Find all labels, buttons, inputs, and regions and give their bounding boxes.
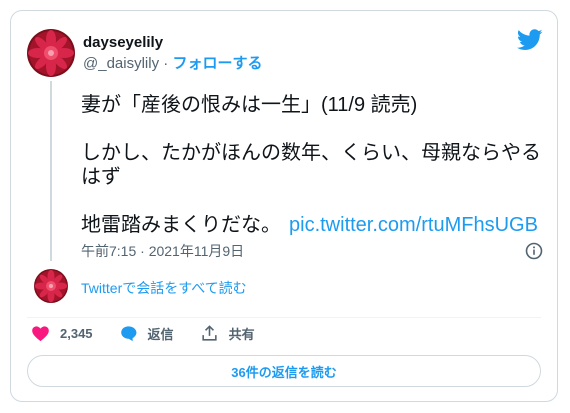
display-name[interactable]: dayseyelily <box>83 33 262 53</box>
flower-avatar-image-small <box>34 269 68 303</box>
divider <box>27 317 541 318</box>
info-icon[interactable] <box>525 242 543 260</box>
read-conversation-link[interactable]: Twitterで会話をすべて読む <box>81 279 247 297</box>
like-count: 2,345 <box>60 325 93 341</box>
tweet-line-3-text: 地雷踏みまくりだな。 <box>81 214 281 236</box>
reply-button[interactable]: 返信 <box>119 324 174 343</box>
thread-line <box>50 81 52 261</box>
share-label: 共有 <box>228 326 255 342</box>
conversation-avatar[interactable] <box>34 269 68 303</box>
user-handle[interactable]: @_daisylily <box>83 55 159 72</box>
tweet-text: 妻が「産後の恨みは一生」(11/9 読売) しかし、たかがほんの数年、くらい、母… <box>81 93 551 237</box>
tweet-line-1: 妻が「産後の恨みは一生」(11/9 読売) <box>81 94 418 116</box>
separator-dot: · <box>163 55 169 72</box>
action-bar: 2,345 返信 共有 <box>31 322 281 344</box>
follow-link[interactable]: フォローする <box>172 55 262 72</box>
heart-icon <box>32 325 49 341</box>
tweet-line-2: しかし、たかがほんの数年、くらい、母親ならやるはず <box>81 142 541 188</box>
author-avatar[interactable] <box>27 29 75 77</box>
handle-row: @_daisylily · フォローする <box>83 54 262 74</box>
reply-bubble-icon <box>120 325 136 341</box>
pic-link[interactable]: pic.twitter.com/rtuMFhsUGB <box>289 214 538 236</box>
like-button[interactable]: 2,345 <box>31 324 93 343</box>
share-button[interactable]: 共有 <box>200 324 255 343</box>
tweet-timestamp[interactable]: 午前7:15 · 2021年11月9日 <box>81 242 244 260</box>
share-icon <box>201 324 217 341</box>
reply-label: 返信 <box>147 326 174 342</box>
read-replies-button[interactable]: 36件の返信を読む <box>27 355 541 387</box>
embedded-tweet-card: dayseyelily @_daisylily · フォローする 妻が「産後の恨… <box>10 10 558 402</box>
tweet-line-3: 地雷踏みまくりだな。 pic.twitter.com/rtuMFhsUGB <box>81 213 551 237</box>
twitter-bird-icon[interactable] <box>517 29 543 51</box>
flower-avatar-image <box>27 29 75 77</box>
user-info: dayseyelily @_daisylily · フォローする <box>83 33 262 74</box>
